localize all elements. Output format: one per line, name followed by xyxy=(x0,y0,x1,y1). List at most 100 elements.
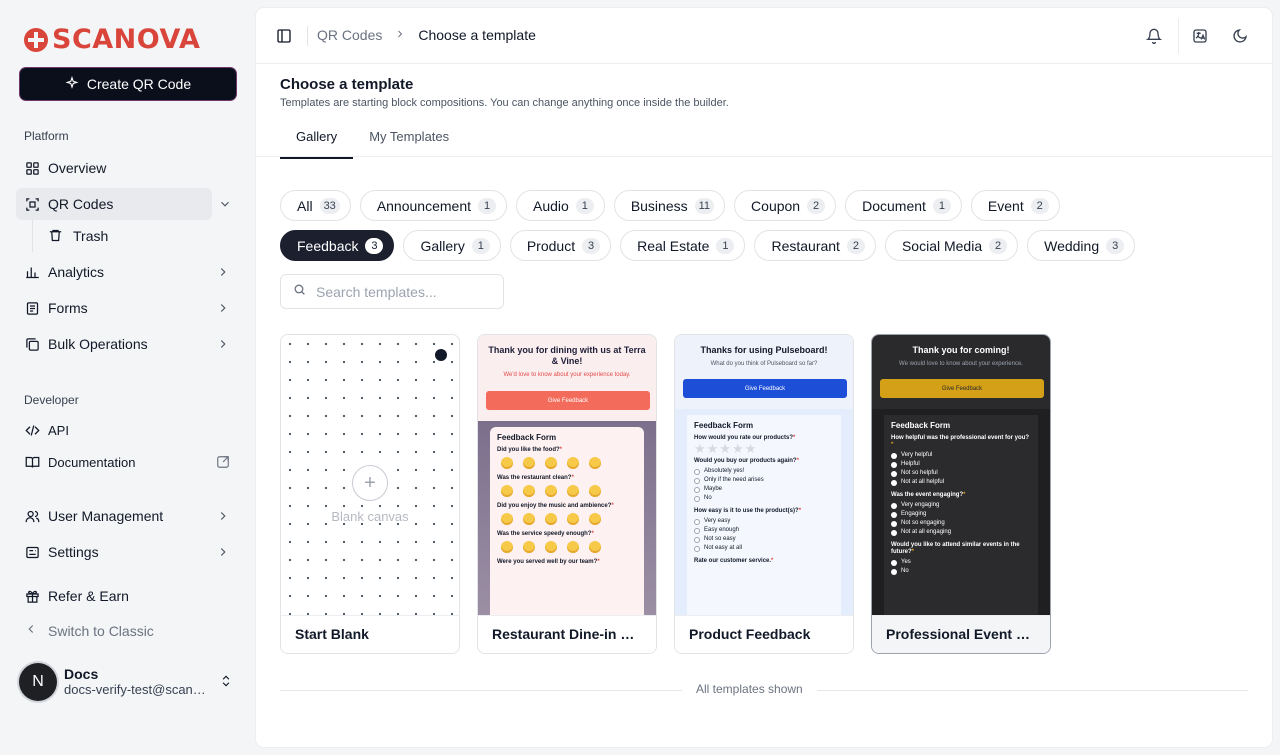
sidebar-item-overview[interactable]: Overview xyxy=(16,152,240,184)
chip-label: All xyxy=(297,197,313,214)
sidebar-item-analytics[interactable]: Analytics xyxy=(16,256,240,288)
preview-subtitle: We'd love to know about your experience … xyxy=(503,372,631,378)
chevron-down-icon[interactable] xyxy=(218,197,232,211)
sidebar-item-trash[interactable]: Trash xyxy=(48,224,108,248)
chip-count: 1 xyxy=(575,197,594,214)
option-text: Helpful xyxy=(901,461,920,467)
search-icon xyxy=(293,283,306,301)
category-chip-restaurant[interactable]: Restaurant 2 xyxy=(754,230,876,261)
option-text: Not at all engaging xyxy=(901,529,952,535)
external-link-icon xyxy=(216,455,230,469)
radio-option: Helpful xyxy=(891,461,1031,468)
switch-to-classic-link[interactable]: Switch to Classic xyxy=(24,622,154,639)
sidebar-item-api[interactable]: API xyxy=(16,414,240,446)
category-chip-gallery[interactable]: Gallery 1 xyxy=(403,230,501,261)
chip-count: 2 xyxy=(807,197,826,214)
sidebar-item-label: API xyxy=(48,422,69,438)
card-preview: Thank you for dining with us at Terra & … xyxy=(478,335,656,615)
question-text: Rate our customer service. xyxy=(694,558,772,564)
plus-icon: + xyxy=(352,465,388,501)
page-header: Choose a template Templates are starting… xyxy=(280,76,729,109)
breadcrumb-qr-codes[interactable]: QR Codes xyxy=(317,27,382,43)
category-chip-social-media[interactable]: Social Media 2 xyxy=(884,230,1019,261)
sidebar-item-label: Documentation xyxy=(48,454,136,470)
category-chip-wedding[interactable]: Wedding 3 xyxy=(1027,230,1136,261)
category-chip-event[interactable]: Event 2 xyxy=(970,190,1060,221)
code-icon xyxy=(24,422,40,438)
sidebar-item-label: Refer & Earn xyxy=(48,588,129,604)
chip-label: Coupon xyxy=(751,197,801,214)
category-chip-announcement[interactable]: Announcement 1 xyxy=(359,190,507,221)
book-icon xyxy=(24,454,40,470)
settings-icon xyxy=(24,544,40,560)
chevrons-up-down-icon xyxy=(219,674,233,688)
preview-question: Did you like the food?* xyxy=(497,447,563,453)
option-text: Very helpful xyxy=(901,452,933,458)
sidebar-item-label: Trash xyxy=(73,228,109,244)
tab-gallery[interactable]: Gallery xyxy=(280,120,354,159)
sidebar-item-user-management[interactable]: User Management xyxy=(16,500,240,532)
card-title: Start Blank xyxy=(281,615,459,653)
tab-my-templates[interactable]: My Templates xyxy=(353,120,465,159)
template-card-restaurant-dine-in[interactable]: Thank you for dining with us at Terra & … xyxy=(477,334,657,654)
category-chip-all[interactable]: All 33 xyxy=(280,190,351,221)
sidebar-item-bulk-operations[interactable]: Bulk Operations xyxy=(16,328,240,360)
user-menu[interactable]: N Docs docs-verify-test@scanova.io xyxy=(19,662,239,702)
sidebar-toggle-icon[interactable] xyxy=(276,28,292,44)
moon-icon[interactable] xyxy=(1232,28,1248,44)
category-chip-feedback[interactable]: Feedback 3 xyxy=(280,230,395,261)
sparkle-icon xyxy=(65,75,79,93)
category-chip-audio[interactable]: Audio 1 xyxy=(516,190,605,221)
sidebar-item-settings[interactable]: Settings xyxy=(16,536,240,568)
preview-question: How helpful was the professional event f… xyxy=(891,435,1030,448)
sidebar-item-forms[interactable]: Forms xyxy=(16,292,240,324)
category-chip-real-estate[interactable]: Real Estate 1 xyxy=(620,230,746,261)
chip-count: 33 xyxy=(319,197,340,214)
template-search[interactable] xyxy=(280,274,504,309)
chip-label: Restaurant xyxy=(771,237,840,254)
tab-bar: Gallery My Templates xyxy=(280,120,465,159)
preview-form: Feedback Form Did you like the food?* Wa… xyxy=(490,427,644,615)
brand-name: SCANOVA xyxy=(52,24,201,55)
sidebar-item-label: QR Codes xyxy=(48,196,114,212)
category-chip-business[interactable]: Business 11 xyxy=(613,190,726,221)
user-email: docs-verify-test@scanova.io xyxy=(64,682,210,697)
sidebar-item-label: User Management xyxy=(48,508,164,524)
create-qr-code-label: Create QR Code xyxy=(86,76,192,92)
emoji-rating xyxy=(501,457,637,469)
sidebar-item-refer-earn[interactable]: Refer & Earn xyxy=(16,580,240,612)
radio-option: Very easy xyxy=(694,518,834,525)
breadcrumb: QR Codes Choose a template xyxy=(317,27,536,43)
template-card-professional-event[interactable]: Thank you for coming! We would love to k… xyxy=(871,334,1051,654)
category-chip-document[interactable]: Document 1 xyxy=(845,190,962,221)
sidebar-item-qr-codes[interactable]: QR Codes xyxy=(16,188,212,220)
chip-count: 3 xyxy=(582,237,601,254)
preview-question: Would you buy our products again?* xyxy=(694,458,799,464)
scanova-logo[interactable]: SCANOVA xyxy=(24,26,200,54)
chevron-right-icon xyxy=(216,301,230,315)
emoji-rating xyxy=(501,513,637,525)
chip-label: Business xyxy=(630,197,688,214)
emoji-rating xyxy=(501,541,637,553)
bell-icon[interactable] xyxy=(1145,28,1163,44)
chevron-right-icon xyxy=(216,509,230,523)
option-text: Only if the need arises xyxy=(704,477,764,483)
chip-count: 11 xyxy=(694,197,715,214)
category-chip-coupon[interactable]: Coupon 2 xyxy=(734,190,837,221)
category-chip-product[interactable]: Product 3 xyxy=(509,230,612,261)
preview-question: How easy is it to use the product(s)?* xyxy=(694,508,802,514)
language-icon[interactable] xyxy=(1192,28,1208,44)
template-card-start-blank[interactable]: + Blank canvas Start Blank xyxy=(280,334,460,654)
option-text: Absolutely yes! xyxy=(704,468,745,474)
search-input[interactable] xyxy=(316,283,496,300)
card-title: Product Feedback xyxy=(675,615,853,653)
divider xyxy=(307,26,308,46)
chip-label: Wedding xyxy=(1044,237,1100,254)
bar-chart-icon xyxy=(24,264,40,280)
create-qr-code-button[interactable]: Create QR Code xyxy=(20,68,236,100)
preview-form-title: Feedback Form xyxy=(497,433,557,442)
chip-row: Feedback 3 Gallery 1 Product 3 Real Estate 1… xyxy=(280,230,1250,262)
sidebar-item-documentation[interactable]: Documentation xyxy=(16,446,240,478)
template-card-product-feedback[interactable]: Thanks for using Pulseboard! What do you… xyxy=(674,334,854,654)
chip-label: Announcement xyxy=(376,197,471,214)
